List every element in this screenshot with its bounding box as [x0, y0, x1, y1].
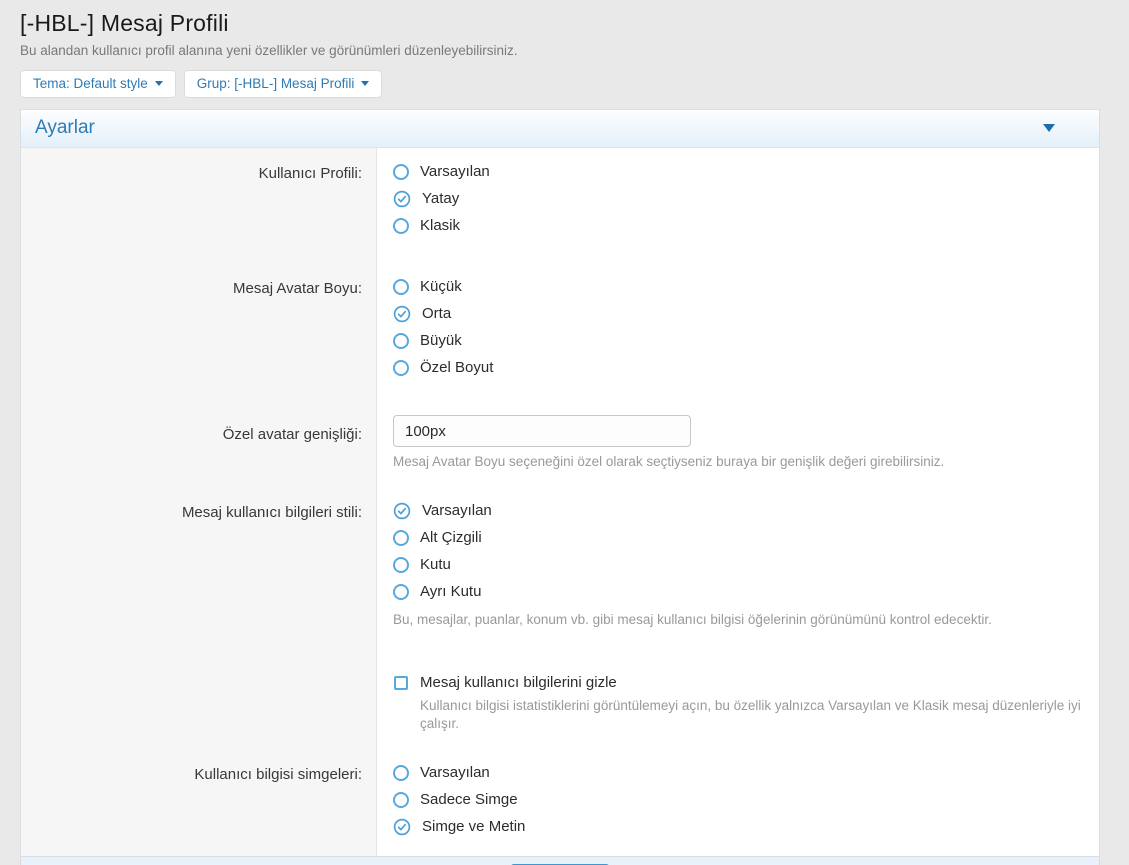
setting-row-kullanici-profili: Kullanıcı Profili: Varsayılan Yatay Klasik	[21, 148, 1099, 263]
radio-option[interactable]: Simge ve Metin	[393, 813, 1081, 840]
setting-row-mesaj-avatar-boyu: Mesaj Avatar Boyu: Küçük Orta Büyük Özel Boy…	[21, 263, 1099, 405]
radio-unselected-icon[interactable]	[393, 792, 409, 808]
radio-option-label: Büyük	[420, 332, 462, 349]
setting-hint: Bu, mesajlar, puanlar, konum vb. gibi me…	[393, 611, 1081, 629]
radio-option-label: Varsayılan	[420, 163, 490, 180]
radio-option-label: Ayrı Kutu	[420, 583, 481, 600]
radio-unselected-icon[interactable]	[393, 530, 409, 546]
theme-selector-label: Tema: Default style	[33, 76, 148, 91]
radio-option[interactable]: Sadece Simge	[393, 786, 1081, 813]
radio-option[interactable]: Büyük	[393, 327, 1081, 354]
setting-content-kullanici-profili: Varsayılan Yatay Klasik	[377, 148, 1099, 263]
toolbar: Tema: Default style Grup: [-HBL-] Mesaj …	[20, 70, 1100, 98]
radio-option-label: Simge ve Metin	[422, 818, 525, 835]
radio-option-label: Yatay	[422, 190, 459, 207]
settings-form: Kullanıcı Profili: Varsayılan Yatay Klasik M…	[21, 148, 1099, 856]
setting-row-kullanici-bilgisi-simgeleri: Kullanıcı bilgisi simgeleri: Varsayılan Sa…	[21, 749, 1099, 856]
setting-content-mesaj-avatar-boyu: Küçük Orta Büyük Özel Boyut	[377, 263, 1099, 405]
page-title: [-HBL-] Mesaj Profili	[20, 10, 1100, 37]
radio-unselected-icon[interactable]	[393, 584, 409, 600]
radio-option[interactable]: Özel Boyut	[393, 354, 1081, 381]
setting-content-mesaj-kullanici-bilgileri-stili: Varsayılan Alt Çizgili Kutu Ayrı Kutu Bu, me…	[377, 487, 1099, 659]
settings-panel: Ayarlar Kullanıcı Profili: Varsayılan Yata…	[20, 109, 1100, 865]
setting-row-mesaj-kullanici-bilgilerini-gizle: Mesaj kullanıcı bilgilerini gizle Kullanı…	[21, 659, 1099, 749]
radio-option-label: Küçük	[420, 278, 462, 295]
radio-unselected-icon[interactable]	[393, 557, 409, 573]
radio-option[interactable]: Yatay	[393, 185, 1081, 212]
setting-content-kullanici-bilgisi-simgeleri: Varsayılan Sadece Simge Simge ve Metin	[377, 749, 1099, 856]
setting-hint: Kullanıcı bilgisi istatistiklerini görün…	[420, 697, 1081, 733]
radio-option[interactable]: Küçük	[393, 273, 1081, 300]
setting-hint: Mesaj Avatar Boyu seçeneğini özel olarak…	[393, 453, 1081, 471]
collapse-panel-icon[interactable]	[1043, 124, 1055, 138]
radio-option[interactable]: Ayrı Kutu	[393, 578, 1081, 605]
setting-label-mesaj-kullanici-bilgileri-stili: Mesaj kullanıcı bilgileri stili:	[21, 487, 377, 659]
radio-option-label: Kutu	[420, 556, 451, 573]
setting-label-kullanici-bilgisi-simgeleri: Kullanıcı bilgisi simgeleri:	[21, 749, 377, 856]
radio-option[interactable]: Varsayılan	[393, 497, 1081, 524]
panel-header[interactable]: Ayarlar	[21, 110, 1099, 148]
radio-option-label: Alt Çizgili	[420, 529, 482, 546]
radio-option-label: Özel Boyut	[420, 359, 493, 376]
page-subtitle: Bu alandan kullanıcı profil alanına yeni…	[20, 43, 1100, 58]
setting-label-ozel-avatar-genisligi: Özel avatar genişliği:	[21, 405, 377, 487]
radio-unselected-icon[interactable]	[393, 333, 409, 349]
custom-avatar-width-input[interactable]	[393, 415, 691, 447]
radio-option-label: Orta	[422, 305, 451, 322]
radio-option[interactable]: Orta	[393, 300, 1081, 327]
checkbox-label: Mesaj kullanıcı bilgilerini gizle	[420, 674, 617, 691]
radio-option-label: Varsayılan	[420, 764, 490, 781]
radio-unselected-icon[interactable]	[393, 765, 409, 781]
radio-unselected-icon[interactable]	[393, 164, 409, 180]
panel-title: Ayarlar	[35, 117, 95, 139]
radio-selected-icon[interactable]	[393, 190, 411, 208]
group-selector-button[interactable]: Grup: [-HBL-] Mesaj Profili	[184, 70, 383, 98]
group-selector-label: Grup: [-HBL-] Mesaj Profili	[197, 76, 355, 91]
setting-row-ozel-avatar-genisligi: Özel avatar genişliği: Mesaj Avatar Boyu …	[21, 405, 1099, 487]
radio-option-label: Klasik	[420, 217, 460, 234]
radio-selected-icon[interactable]	[393, 502, 411, 520]
radio-selected-icon[interactable]	[393, 305, 411, 323]
radio-option[interactable]: Varsayılan	[393, 158, 1081, 185]
setting-label-mesaj-kullanici-bilgilerini-gizle	[21, 659, 377, 749]
radio-selected-icon[interactable]	[393, 818, 411, 836]
radio-unselected-icon[interactable]	[393, 279, 409, 295]
panel-footer: Kaydet	[21, 856, 1099, 865]
page: [-HBL-] Mesaj Profili Bu alandan kullanı…	[20, 0, 1100, 865]
radio-option-label: Varsayılan	[422, 502, 492, 519]
radio-option[interactable]: Kutu	[393, 551, 1081, 578]
chevron-down-icon	[155, 81, 163, 90]
setting-label-mesaj-avatar-boyu: Mesaj Avatar Boyu:	[21, 263, 377, 405]
chevron-down-icon	[361, 81, 369, 90]
radio-option[interactable]: Varsayılan	[393, 759, 1081, 786]
checkbox-option[interactable]: Mesaj kullanıcı bilgilerini gizle	[393, 669, 1081, 696]
radio-unselected-icon[interactable]	[393, 360, 409, 376]
setting-label-kullanici-profili: Kullanıcı Profili:	[21, 148, 377, 263]
setting-row-mesaj-kullanici-bilgileri-stili: Mesaj kullanıcı bilgileri stili:Varsayıl…	[21, 487, 1099, 659]
radio-unselected-icon[interactable]	[393, 218, 409, 234]
radio-option[interactable]: Klasik	[393, 212, 1081, 239]
checkbox-unchecked-icon[interactable]	[394, 676, 408, 690]
setting-content-ozel-avatar-genisligi: Mesaj Avatar Boyu seçeneğini özel olarak…	[377, 405, 1099, 487]
theme-selector-button[interactable]: Tema: Default style	[20, 70, 176, 98]
setting-content-mesaj-kullanici-bilgilerini-gizle: Mesaj kullanıcı bilgilerini gizle Kullanı…	[377, 659, 1099, 749]
radio-option[interactable]: Alt Çizgili	[393, 524, 1081, 551]
radio-option-label: Sadece Simge	[420, 791, 518, 808]
